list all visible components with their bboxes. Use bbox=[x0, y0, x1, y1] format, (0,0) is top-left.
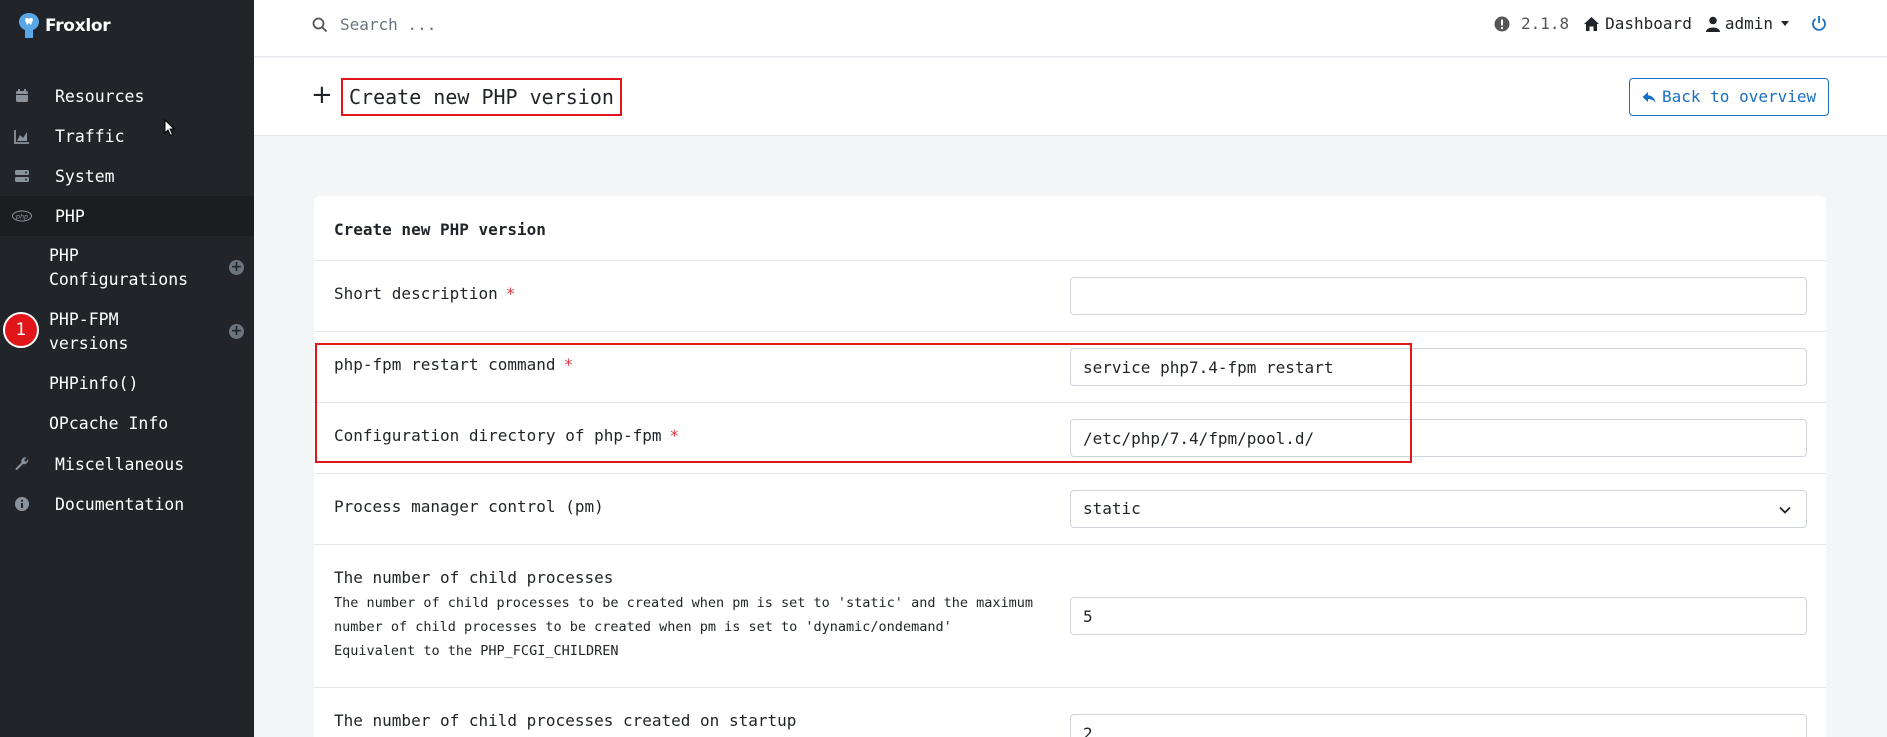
add-icon[interactable]: + bbox=[229, 324, 244, 339]
back-button-label: Back to overview bbox=[1662, 87, 1817, 106]
process-manager-select[interactable]: static bbox=[1070, 490, 1807, 528]
froxlor-logo-icon bbox=[19, 13, 39, 38]
sidebar-item-label: Miscellaneous bbox=[55, 454, 185, 474]
search-icon bbox=[312, 17, 328, 32]
divider bbox=[314, 544, 1826, 545]
search-bar[interactable] bbox=[312, 15, 640, 34]
dashboard-link[interactable]: Dashboard bbox=[1583, 14, 1692, 33]
page-title: Create new PHP version bbox=[341, 78, 622, 116]
topbar: 2.1.8 Dashboard admin bbox=[254, 0, 1887, 57]
divider bbox=[314, 402, 1826, 403]
brand-name: Froxlor bbox=[45, 16, 111, 36]
user-icon bbox=[1705, 16, 1720, 32]
logout-button[interactable] bbox=[1811, 15, 1827, 32]
chevron-down-icon bbox=[1781, 21, 1789, 26]
exclamation-circle-icon bbox=[1494, 16, 1510, 31]
sidebar-subitem-phpinfo[interactable]: PHPinfo() bbox=[0, 372, 254, 396]
chart-area-icon bbox=[14, 130, 29, 144]
version-label: 2.1.8 bbox=[1520, 14, 1570, 33]
server-icon bbox=[15, 170, 29, 182]
mouse-cursor-icon bbox=[164, 119, 176, 137]
back-to-overview-button[interactable]: Back to overview bbox=[1629, 78, 1830, 116]
divider bbox=[314, 331, 1826, 332]
sidebar-subitem-label: OPcache Info bbox=[49, 414, 169, 433]
field-label-text: Short description bbox=[334, 284, 498, 303]
sidebar-item-traffic[interactable]: Traffic bbox=[0, 116, 254, 156]
sidebar-subitem-opcache-info[interactable]: OPcache Info bbox=[0, 412, 254, 436]
sidebar-item-php[interactable]: php PHP bbox=[0, 196, 254, 236]
divider bbox=[314, 687, 1826, 688]
sidebar-subitem-label: PHP-FPM versions bbox=[49, 310, 129, 353]
home-icon bbox=[1584, 16, 1600, 31]
sidebar-item-label: System bbox=[55, 166, 115, 186]
sidebar-subitem-label: PHPinfo() bbox=[49, 374, 139, 393]
sidebar-item-miscellaneous[interactable]: Miscellaneous bbox=[0, 444, 254, 484]
sidebar-subitem-php-configurations[interactable]: PHP Configurations + bbox=[0, 244, 254, 294]
field-label-text: php-fpm restart command bbox=[334, 355, 556, 374]
add-icon[interactable]: + bbox=[229, 260, 244, 275]
field-label-start-servers: The number of child processes created on… bbox=[334, 711, 797, 730]
start-servers-input[interactable] bbox=[1070, 714, 1807, 737]
search-input[interactable] bbox=[340, 15, 640, 34]
wrench-icon bbox=[15, 457, 29, 471]
sidebar-subitem-label: PHP Configurations bbox=[49, 246, 189, 289]
sidebar-item-label: PHP bbox=[55, 206, 85, 226]
version-info[interactable]: 2.1.8 bbox=[1494, 14, 1569, 33]
sidebar-item-label: Documentation bbox=[55, 494, 185, 514]
child-processes-input[interactable] bbox=[1070, 597, 1807, 635]
field-label-text: Configuration directory of php-fpm bbox=[334, 426, 662, 445]
field-description-child-processes: The number of child processes to be crea… bbox=[334, 591, 1054, 663]
brand[interactable]: Froxlor bbox=[17, 12, 111, 40]
php-icon: php bbox=[12, 210, 32, 222]
field-label-fpm-restart-command: php-fpm restart command * bbox=[334, 355, 573, 374]
required-marker: * bbox=[563, 355, 574, 374]
chevron-down-icon bbox=[1779, 506, 1791, 514]
field-label-process-manager-control: Process manager control (pm) bbox=[334, 497, 604, 516]
sidebar-item-documentation[interactable]: Documentation bbox=[0, 484, 254, 524]
fpm-restart-command-input[interactable] bbox=[1070, 348, 1807, 386]
required-marker: * bbox=[669, 426, 680, 445]
divider bbox=[314, 260, 1826, 261]
sidebar-item-resources[interactable]: Resources bbox=[0, 76, 254, 116]
page-header: + Create new PHP version Back to overvie… bbox=[254, 58, 1887, 136]
description-line: The number of child processes to be crea… bbox=[334, 595, 1033, 611]
sidebar-item-label: Traffic bbox=[55, 126, 125, 146]
short-description-input[interactable] bbox=[1070, 277, 1807, 315]
user-label: admin bbox=[1724, 14, 1773, 33]
topbar-right: 2.1.8 Dashboard admin bbox=[1480, 14, 1827, 33]
power-icon bbox=[1812, 16, 1826, 31]
user-menu[interactable]: admin bbox=[1705, 14, 1789, 33]
required-marker: * bbox=[505, 284, 516, 303]
field-label-child-processes: The number of child processes bbox=[334, 568, 614, 587]
divider bbox=[314, 473, 1826, 474]
dashboard-label: Dashboard bbox=[1605, 14, 1692, 33]
plus-icon: + bbox=[311, 80, 333, 110]
svg-text:php: php bbox=[15, 213, 28, 221]
field-label-fpm-config-directory: Configuration directory of php-fpm * bbox=[334, 426, 679, 445]
fpm-config-directory-input[interactable] bbox=[1070, 419, 1807, 457]
form-card: Create new PHP version Short description… bbox=[314, 196, 1826, 737]
reply-icon bbox=[1642, 91, 1656, 103]
card-title: Create new PHP version bbox=[334, 220, 546, 239]
info-circle-icon bbox=[15, 497, 29, 511]
select-value: static bbox=[1083, 499, 1141, 518]
sidebar-item-system[interactable]: System bbox=[0, 156, 254, 196]
annotation-badge: 1 bbox=[3, 312, 39, 348]
field-label-short-description: Short description * bbox=[334, 284, 515, 303]
sidebar-item-label: Resources bbox=[55, 86, 145, 106]
sidebar: Froxlor Resources Traffic System php PHP… bbox=[0, 0, 254, 737]
description-line: number of child processes to be created … bbox=[334, 619, 952, 635]
description-line: Equivalent to the PHP_FCGI_CHILDREN bbox=[334, 643, 619, 659]
calendar-icon bbox=[16, 89, 28, 102]
